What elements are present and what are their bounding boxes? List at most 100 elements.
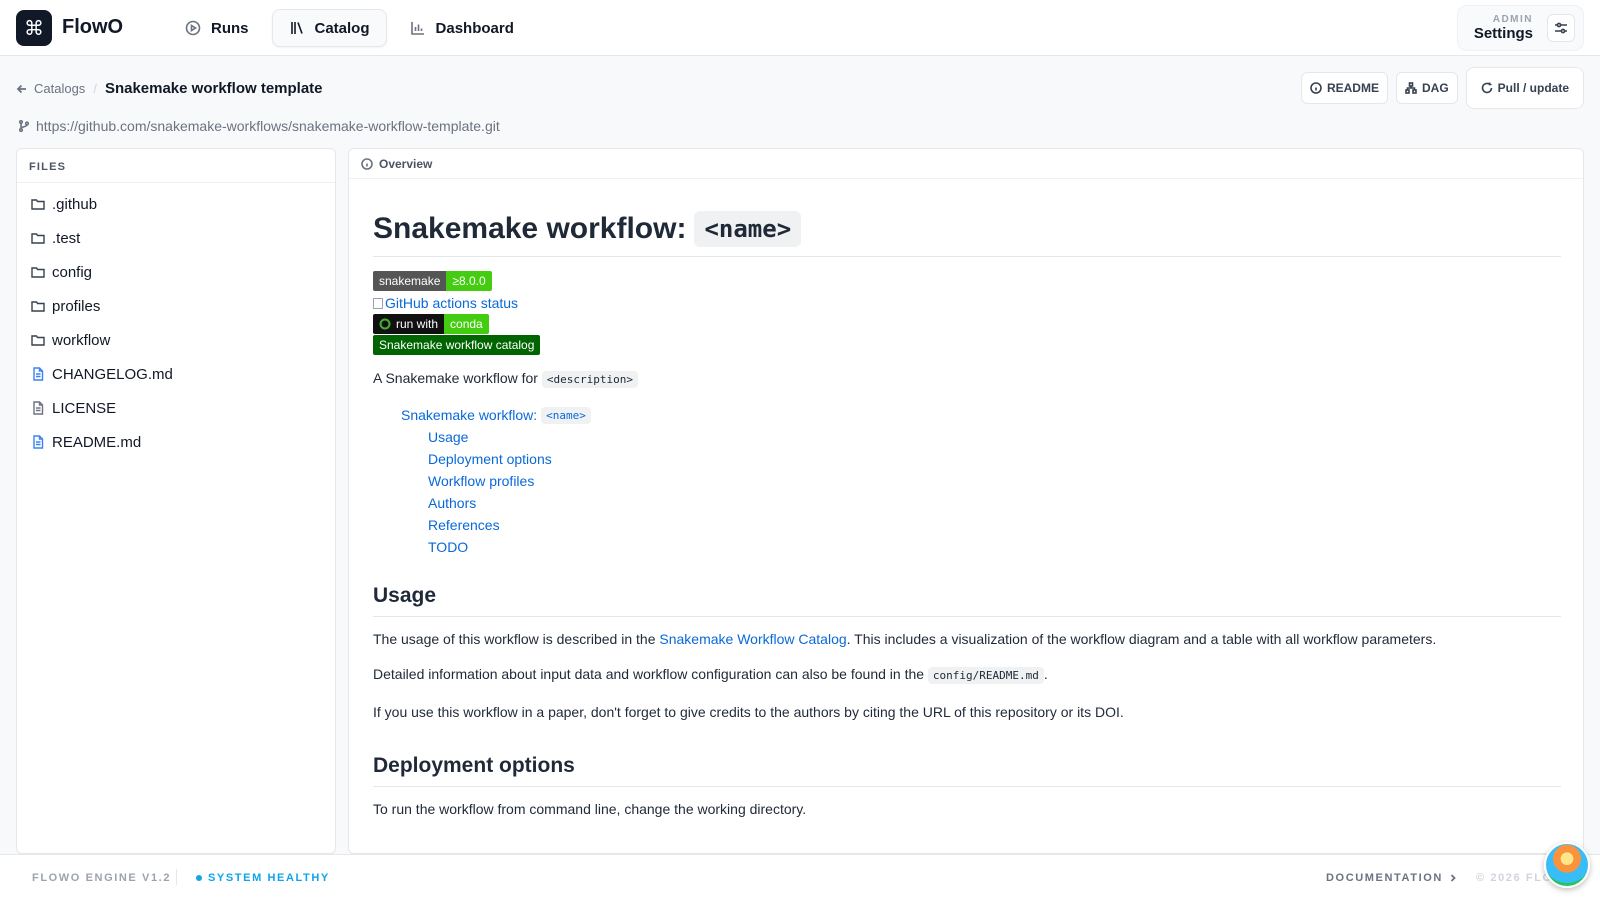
toc-link-title[interactable]: Snakemake workflow: <name> (401, 404, 1561, 426)
files-heading: FILES (17, 149, 335, 183)
markdown-file-icon (33, 367, 44, 381)
readme-button[interactable]: README (1300, 72, 1388, 104)
markdown-file-icon (33, 435, 44, 449)
readme-button-label: README (1326, 81, 1379, 95)
badge-label: Snakemake workflow catalog (373, 335, 541, 355)
text: The usage of this workflow is described … (373, 631, 656, 647)
repo-url: https://github.com/snakemake-workflows/s… (18, 118, 500, 134)
toc-title-text: Snakemake workflow: (401, 407, 538, 423)
dag-button-label: DAG (1421, 81, 1449, 95)
file-item-workflow[interactable]: workflow (17, 323, 335, 357)
deployment-heading: Deployment options (373, 754, 1561, 787)
status-dot-icon (196, 875, 202, 881)
folder-icon (31, 267, 45, 278)
info-icon (1310, 82, 1322, 94)
badge-label: snakemake (373, 271, 447, 291)
workflow-catalog-badge[interactable]: Snakemake workflow catalog (373, 335, 541, 355)
file-item-config[interactable]: config (17, 255, 335, 289)
info-icon (361, 157, 373, 170)
network-icon (1405, 82, 1417, 94)
folder-icon (31, 233, 45, 244)
file-name: LICENSE (52, 399, 117, 417)
settings-label: Settings (1473, 25, 1533, 42)
main-nav: Runs Catalog Dashboard (168, 9, 531, 47)
breadcrumb: Catalogs / Snakemake workflow template (16, 80, 323, 97)
refresh-icon (1481, 82, 1492, 94)
intro-paragraph: A Snakemake workflow for <description> (373, 368, 1561, 390)
badge-label-wrap: run with (373, 314, 445, 334)
pull-update-button[interactable]: Pull / update (1465, 67, 1584, 109)
footer: FLOWO ENGINE V1.2 SYSTEM HEALTHY DOCUMEN… (0, 854, 1600, 900)
overview-tab[interactable]: Overview (349, 149, 1583, 179)
folder-icon (31, 335, 45, 346)
snakemake-version-badge[interactable]: snakemake ≥8.0.0 (373, 271, 492, 291)
badge-label: run with (396, 317, 439, 331)
overview-tab-label: Overview (379, 156, 433, 171)
app-logo-icon[interactable]: ⌘ (16, 10, 52, 46)
settings-kicker: ADMIN (1492, 14, 1533, 25)
file-item-test[interactable]: .test (17, 221, 335, 255)
file-name: workflow (52, 331, 111, 349)
file-item-github[interactable]: .github (17, 187, 335, 221)
overview-panel: Overview Snakemake workflow: <name> snak… (348, 148, 1584, 854)
badges: snakemake ≥8.0.0 GitHub actions status r… (373, 271, 1561, 356)
conda-badge[interactable]: run with conda (373, 314, 489, 334)
dag-button[interactable]: DAG (1395, 72, 1458, 104)
toc-link-profiles[interactable]: Workflow profiles (428, 470, 1561, 492)
badge-value: ≥8.0.0 (446, 271, 492, 291)
toc-link-references[interactable]: References (428, 514, 1561, 536)
broken-image-icon (373, 297, 383, 309)
file-name: profiles (52, 297, 101, 315)
conda-ring-icon (379, 318, 391, 330)
settings-panel[interactable]: ADMIN Settings (1456, 5, 1584, 51)
workflow-catalog-link[interactable]: Snakemake Workflow Catalog (659, 631, 846, 647)
nav-catalog-label: Catalog (314, 19, 370, 37)
github-actions-badge[interactable]: GitHub actions status (373, 292, 1561, 314)
nav-dashboard-label: Dashboard (435, 19, 514, 37)
files-panel: FILES .github .test config profiles work… (16, 148, 336, 854)
readme-title-code: <name> (694, 210, 802, 247)
text: . This includes a visualization of the w… (846, 631, 1437, 647)
usage-heading: Usage (373, 584, 1561, 617)
toc-link-todo[interactable]: TODO (428, 536, 1561, 558)
nav-runs[interactable]: Runs (168, 9, 266, 47)
toc-link-deployment[interactable]: Deployment options (428, 448, 1561, 470)
breadcrumb-separator: / (93, 81, 97, 96)
nav-catalog[interactable]: Catalog (271, 9, 387, 47)
file-name: CHANGELOG.md (52, 365, 173, 383)
user-avatar[interactable] (1544, 842, 1590, 888)
file-item-profiles[interactable]: profiles (17, 289, 335, 323)
brand-name[interactable]: FlowO (62, 16, 123, 39)
documentation-label: DOCUMENTATION (1326, 872, 1443, 884)
file-item-readme[interactable]: README.md (17, 425, 335, 459)
file-item-license[interactable]: LICENSE (17, 391, 335, 425)
file-item-changelog[interactable]: CHANGELOG.md (17, 357, 335, 391)
readme-title-text: Snakemake workflow: (373, 211, 687, 245)
sliders-icon (1555, 22, 1567, 34)
toc-link-usage[interactable]: Usage (428, 426, 1561, 448)
badge-value: conda (444, 314, 489, 334)
readme-title: Snakemake workflow: <name> (373, 207, 1561, 257)
documentation-link[interactable]: DOCUMENTATION (1326, 872, 1457, 884)
usage-paragraph-1: The usage of this workflow is described … (373, 629, 1561, 649)
toc-link-authors[interactable]: Authors (428, 492, 1561, 514)
bar-chart-icon (410, 22, 424, 35)
settings-button[interactable] (1547, 14, 1575, 42)
breadcrumb-back-link[interactable]: Catalogs (16, 81, 85, 96)
footer-divider (176, 869, 177, 885)
play-circle-icon (185, 20, 201, 36)
repo-url-text: https://github.com/snakemake-workflows/s… (36, 118, 500, 134)
intro-code: <description> (541, 371, 638, 388)
arrow-left-icon (16, 84, 26, 93)
text: Detailed information about input data an… (373, 666, 925, 682)
nav-dashboard[interactable]: Dashboard (393, 9, 531, 47)
file-name: config (52, 263, 93, 281)
usage-paragraph-2: Detailed information about input data an… (373, 664, 1561, 686)
folder-icon (31, 301, 45, 312)
file-name: README.md (52, 433, 142, 451)
page-title: Snakemake workflow template (104, 80, 323, 97)
top-bar: ⌘ FlowO Runs Catalog Dashboard ADMIN Set… (0, 0, 1600, 56)
system-status-text: SYSTEM HEALTHY (208, 872, 330, 884)
library-icon (290, 22, 303, 34)
header-actions: README DAG Pull / update (1300, 67, 1584, 109)
